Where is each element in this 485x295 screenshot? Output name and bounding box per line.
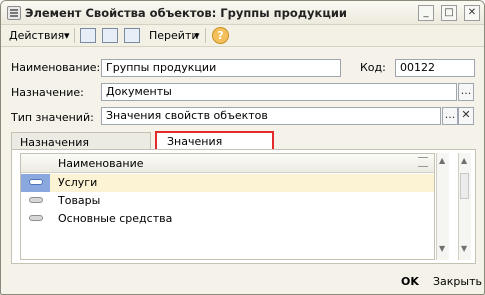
window-title: Элемент Свойства объектов: Группы продук… <box>25 6 347 20</box>
code-field[interactable]: 00122 <box>395 59 475 77</box>
row-name: Услуги <box>58 176 98 189</box>
value-type-select-button[interactable]: ... <box>442 107 458 125</box>
filter-icon[interactable] <box>418 157 428 167</box>
close-window-button[interactable]: ✕ <box>464 5 480 21</box>
refresh-icon[interactable] <box>102 28 118 43</box>
scroll-down-icon[interactable]: ▼ <box>439 244 448 254</box>
purpose-select-button[interactable]: ... <box>458 83 474 101</box>
column-name-header: Наименование <box>58 157 144 170</box>
panel-scrollbar[interactable]: ▲ ▼ <box>458 153 471 260</box>
toolbar: Действия ▾ Перейти ▾ ? <box>1 25 484 47</box>
app-icon <box>7 6 21 20</box>
maximize-button[interactable]: □ <box>441 5 457 21</box>
name-field[interactable]: Группы продукции <box>101 59 341 77</box>
table-row[interactable]: Основные средства <box>21 210 434 228</box>
purpose-field[interactable]: Документы <box>101 83 457 101</box>
purpose-label: Назначение: <box>11 86 84 99</box>
title-bar: Элемент Свойства объектов: Группы продук… <box>1 1 484 25</box>
item-marker-icon <box>29 197 43 203</box>
toolbar-separator-2 <box>205 28 206 43</box>
tab-property-values[interactable]: Значения свойства <box>155 131 274 161</box>
save-icon[interactable] <box>80 28 96 43</box>
actions-menu[interactable]: Действия <box>9 29 64 42</box>
row-name: Основные средства <box>58 212 173 225</box>
table-header: Наименование <box>21 154 434 173</box>
panel-scroll-thumb[interactable] <box>460 173 469 199</box>
minimize-button[interactable]: _ <box>418 5 434 21</box>
close-button[interactable]: Закрыть <box>433 275 482 288</box>
panel-scroll-down-icon[interactable]: ▼ <box>461 244 470 254</box>
goto-menu[interactable]: Перейти <box>149 29 199 42</box>
item-marker-icon <box>29 215 43 221</box>
copy-icon[interactable] <box>124 28 140 43</box>
code-label: Код: <box>360 61 386 74</box>
table-row[interactable]: Услуги <box>21 174 434 192</box>
table-row[interactable]: Товары <box>21 192 434 210</box>
ok-button[interactable]: OK <box>401 275 419 288</box>
value-type-label: Тип значений: <box>11 111 94 124</box>
item-marker-icon <box>29 179 43 185</box>
values-table: Наименование Услуги Товары Основные сред… <box>20 153 435 260</box>
help-icon[interactable]: ? <box>212 27 229 44</box>
goto-dropdown-icon[interactable]: ▾ <box>194 29 200 42</box>
toolbar-separator <box>74 28 75 43</box>
name-label: Наименование: <box>11 61 101 74</box>
actions-dropdown-icon[interactable]: ▾ <box>64 29 70 42</box>
table-scrollbar[interactable]: ▲ ▼ <box>436 153 449 260</box>
value-type-clear-button[interactable]: ✕ <box>458 107 474 125</box>
value-type-field[interactable]: Значения свойств объектов <box>101 107 441 125</box>
scroll-up-icon[interactable]: ▲ <box>439 156 448 166</box>
properties-window: Элемент Свойства объектов: Группы продук… <box>0 0 485 295</box>
row-name: Товары <box>58 194 101 207</box>
panel-scroll-up-icon[interactable]: ▲ <box>461 156 470 166</box>
